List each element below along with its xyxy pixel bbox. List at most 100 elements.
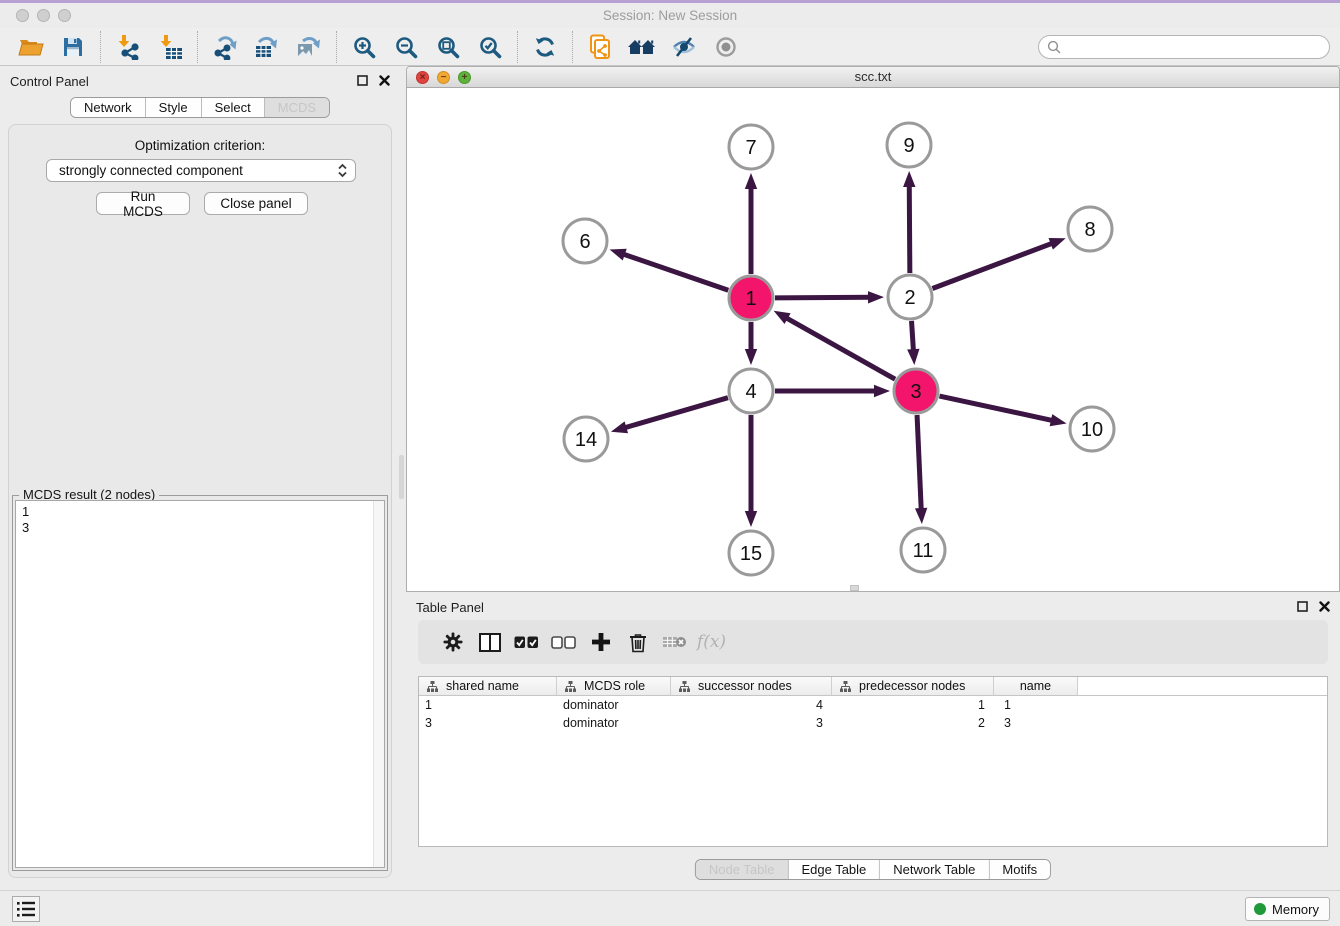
- graph-node-3[interactable]: 3: [894, 369, 938, 413]
- search-field[interactable]: [1038, 35, 1330, 59]
- zoom-fit-button[interactable]: [427, 30, 469, 64]
- zoom-selected-button[interactable]: [469, 30, 511, 64]
- column-header-predecessor-nodes[interactable]: predecessor nodes: [832, 677, 994, 696]
- table-cell-shared-name[interactable]: 1: [419, 698, 557, 714]
- tab-select[interactable]: Select: [202, 98, 265, 117]
- zoom-in-button[interactable]: [343, 30, 385, 64]
- float-panel-icon[interactable]: [1297, 601, 1308, 612]
- optimization-criterion-select[interactable]: strongly connected component: [46, 159, 356, 182]
- close-panel-button[interactable]: Close panel: [204, 192, 308, 215]
- close-panel-icon[interactable]: [379, 75, 390, 86]
- zoom-out-button[interactable]: [385, 30, 427, 64]
- mcds-result-line: 3: [22, 520, 378, 536]
- graph-node-8[interactable]: 8: [1068, 207, 1112, 251]
- float-panel-icon[interactable]: [357, 75, 368, 86]
- graph-node-7[interactable]: 7: [729, 125, 773, 169]
- export-network-button[interactable]: [204, 30, 246, 64]
- import-table-button[interactable]: [149, 30, 191, 64]
- table-cell-successor-nodes[interactable]: 3: [671, 716, 832, 732]
- delete-table-button[interactable]: [656, 624, 693, 660]
- show-hidden-items-button[interactable]: [705, 30, 747, 64]
- table-cell-predecessor-nodes[interactable]: 1: [832, 698, 994, 714]
- tab-network[interactable]: Network: [71, 98, 146, 117]
- network-minimize-button[interactable]: −: [437, 71, 450, 84]
- clone-network-button[interactable]: [579, 30, 621, 64]
- graph-edge-4-14[interactable]: [611, 398, 728, 434]
- graph-edge-4-3[interactable]: [775, 385, 890, 397]
- graph-edge-3-10[interactable]: [939, 396, 1066, 426]
- graph-edge-1-4[interactable]: [745, 322, 757, 365]
- deselect-all-rows-button[interactable]: [545, 624, 582, 660]
- mcds-result-text[interactable]: 13: [15, 500, 385, 868]
- graph-node-1[interactable]: 1: [729, 276, 773, 320]
- graph-edge-1-6[interactable]: [610, 249, 729, 290]
- network-canvas[interactable]: 7 9 6 8 1 2 4 3 14 10 15 11: [407, 88, 1339, 591]
- table-cell-shared-name[interactable]: 3: [419, 716, 557, 732]
- delete-column-button[interactable]: [619, 624, 656, 660]
- graph-edge-1-7[interactable]: [745, 173, 757, 274]
- graph-node-10[interactable]: 10: [1070, 407, 1114, 451]
- refresh-layout-button[interactable]: [524, 30, 566, 64]
- run-mcds-button[interactable]: Run MCDS: [96, 192, 190, 215]
- table-cell-mcds-role[interactable]: dominator: [557, 698, 671, 714]
- tab-network-table[interactable]: Network Table: [880, 860, 989, 879]
- tab-node-table[interactable]: Node Table: [696, 860, 789, 879]
- tab-motifs[interactable]: Motifs: [989, 860, 1050, 879]
- column-header-shared-name[interactable]: shared name: [419, 677, 557, 696]
- graph-node-15[interactable]: 15: [729, 531, 773, 575]
- table-cell-name[interactable]: 1: [994, 698, 1078, 714]
- panel-splitter-grip[interactable]: [399, 455, 404, 499]
- column-header-mcds-role[interactable]: MCDS role: [557, 677, 671, 696]
- table-cell-successor-nodes[interactable]: 4: [671, 698, 832, 714]
- graph-edge-4-15[interactable]: [745, 415, 757, 527]
- graph-edge-2-3[interactable]: [907, 321, 919, 365]
- table-settings-button[interactable]: [434, 624, 471, 660]
- graph-edge-2-8[interactable]: [932, 238, 1065, 288]
- toolbar-separator: [517, 31, 518, 63]
- network-close-button[interactable]: ×: [416, 71, 429, 84]
- memory-button[interactable]: Memory: [1245, 897, 1330, 921]
- network-splitter-grip[interactable]: [850, 585, 859, 591]
- control-panel: Control Panel NetworkStyleSelectMCDS Opt…: [0, 66, 400, 890]
- import-network-button[interactable]: [107, 30, 149, 64]
- hide-selected-button[interactable]: [663, 30, 705, 64]
- open-session-button[interactable]: [10, 30, 52, 64]
- refresh-icon: [533, 35, 557, 59]
- column-header-label: successor nodes: [698, 679, 792, 693]
- table-row[interactable]: 1dominator411: [419, 698, 1327, 714]
- graph-node-6[interactable]: 6: [563, 219, 607, 263]
- graph-node-11[interactable]: 11: [901, 528, 945, 572]
- close-panel-icon[interactable]: [1319, 601, 1330, 612]
- tab-style[interactable]: Style: [146, 98, 202, 117]
- search-input[interactable]: [1067, 39, 1321, 54]
- table-cell-name[interactable]: 3: [994, 716, 1078, 732]
- column-header-successor-nodes[interactable]: successor nodes: [671, 677, 832, 696]
- column-type-icon: [679, 681, 690, 692]
- export-image-button[interactable]: [288, 30, 330, 64]
- select-all-rows-button[interactable]: [508, 624, 545, 660]
- show-all-networks-button[interactable]: [621, 30, 663, 64]
- column-layout-button[interactable]: [471, 624, 508, 660]
- graph-node-4[interactable]: 4: [729, 369, 773, 413]
- graph-edge-3-1[interactable]: [774, 311, 895, 379]
- create-column-button[interactable]: [582, 624, 619, 660]
- table-cell-mcds-role[interactable]: dominator: [557, 716, 671, 732]
- graph-edge-3-11[interactable]: [915, 415, 927, 524]
- graph-node-2[interactable]: 2: [888, 275, 932, 319]
- graph-edge-1-2[interactable]: [775, 291, 884, 303]
- graph-node-9[interactable]: 9: [887, 123, 931, 167]
- task-history-button[interactable]: [12, 896, 40, 922]
- mcds-result-line: 1: [22, 504, 378, 520]
- mcds-result-scrollbar[interactable]: [373, 501, 384, 867]
- function-builder-button[interactable]: f(x): [693, 624, 730, 660]
- tab-edge-table[interactable]: Edge Table: [788, 860, 880, 879]
- save-session-button[interactable]: [52, 30, 94, 64]
- table-cell-predecessor-nodes[interactable]: 2: [832, 716, 994, 732]
- graph-edge-2-9[interactable]: [903, 171, 915, 273]
- graph-node-14[interactable]: 14: [564, 417, 608, 461]
- export-table-button[interactable]: [246, 30, 288, 64]
- tab-mcds[interactable]: MCDS: [265, 98, 329, 117]
- network-zoom-button[interactable]: +: [458, 71, 471, 84]
- table-row[interactable]: 3dominator323: [419, 716, 1327, 732]
- column-header-name[interactable]: name: [994, 677, 1078, 696]
